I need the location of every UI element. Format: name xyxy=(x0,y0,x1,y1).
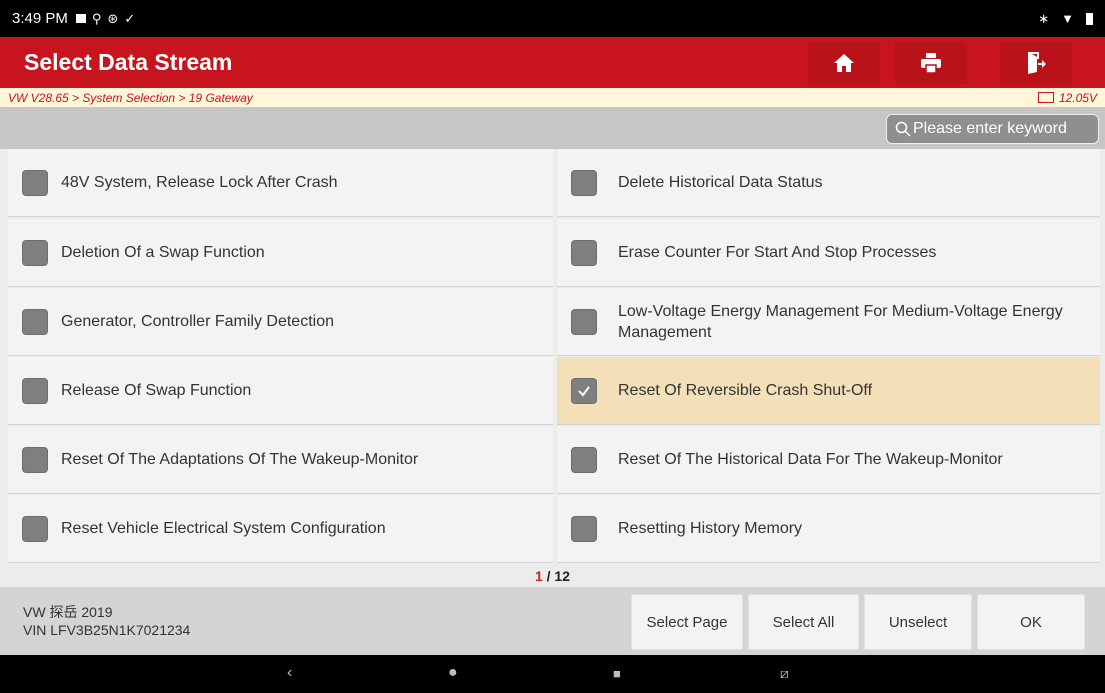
notification-icon xyxy=(75,14,86,23)
list-item[interactable]: Release Of Swap Function xyxy=(8,357,553,425)
list-item[interactable]: Erase Counter For Start And Stop Process… xyxy=(557,219,1100,287)
breadcrumb-path: VW V28.65 > System Selection > 19 Gatewa… xyxy=(8,90,253,105)
checkbox[interactable] xyxy=(571,308,597,335)
usb-icon: ⚲ xyxy=(91,10,102,26)
item-label: 48V System, Release Lock After Crash xyxy=(61,174,338,191)
item-label: Deletion Of a Swap Function xyxy=(61,244,265,261)
check-icon xyxy=(578,385,590,397)
vehicle-model: VW 探岳 2019 xyxy=(23,604,113,620)
data-stream-list: 48V System, Release Lock After Crash Del… xyxy=(0,149,1105,565)
search-icon xyxy=(895,121,911,137)
item-label: Reset Of The Adaptations Of The Wakeup-M… xyxy=(61,451,419,468)
settings-icon: ⊛ xyxy=(107,10,119,26)
checkbox[interactable] xyxy=(571,239,597,266)
list-item[interactable]: Reset Of The Adaptations Of The Wakeup-M… xyxy=(8,426,553,494)
item-label: Generator, Controller Family Detection xyxy=(61,313,334,330)
current-page: 1 xyxy=(534,568,543,584)
select-page-button[interactable]: Select Page xyxy=(631,594,743,650)
checkbox[interactable] xyxy=(571,515,597,542)
list-item-selected[interactable]: Reset Of Reversible Crash Shut-Off xyxy=(557,357,1100,425)
wifi-icon: ▼ xyxy=(1061,11,1074,26)
item-label: Low-Voltage Energy Management For Medium… xyxy=(618,302,1063,341)
recents-icon[interactable]: ■ xyxy=(613,666,621,681)
print-button[interactable] xyxy=(895,42,967,84)
vehicle-info: VW 探岳 2019 VIN LFV3B25N1K7021234 xyxy=(23,603,190,639)
battery-icon xyxy=(1086,12,1093,25)
item-label: Reset Of The Historical Data For The Wak… xyxy=(618,451,1003,468)
checkbox[interactable] xyxy=(571,446,597,473)
status-time: 3:49 PM xyxy=(12,10,68,27)
select-all-button[interactable]: Select All xyxy=(748,594,859,650)
item-label: Reset Of Reversible Crash Shut-Off xyxy=(618,382,873,399)
checkbox[interactable] xyxy=(22,169,48,196)
page-title: Select Data Stream xyxy=(24,49,233,75)
ok-button[interactable]: OK xyxy=(977,594,1085,650)
list-item[interactable]: Deletion Of a Swap Function xyxy=(8,219,553,287)
checkbox[interactable] xyxy=(22,239,48,266)
home-button[interactable] xyxy=(808,42,880,84)
screenshot-icon[interactable]: ⧄ xyxy=(780,665,789,682)
total-pages: / 12 xyxy=(542,568,571,584)
checkbox[interactable] xyxy=(571,169,597,196)
list-item[interactable]: Resetting History Memory xyxy=(557,495,1100,563)
item-label: Resetting History Memory xyxy=(618,520,803,537)
list-item[interactable]: Generator, Controller Family Detection xyxy=(8,288,553,356)
list-item[interactable]: 48V System, Release Lock After Crash xyxy=(8,149,553,217)
system-nav-bar: ‹ ● ■ ⧄ xyxy=(0,655,1105,693)
page-indicator: 1 / 12 xyxy=(0,565,1105,587)
bottom-bar: VW 探岳 2019 VIN LFV3B25N1K7021234 Select … xyxy=(0,587,1105,655)
breadcrumb: VW V28.65 > System Selection > 19 Gatewa… xyxy=(0,88,1105,107)
list-item[interactable]: Delete Historical Data Status xyxy=(557,149,1100,217)
list-item[interactable]: Reset Of The Historical Data For The Wak… xyxy=(557,426,1100,494)
home-icon xyxy=(834,54,854,72)
exit-icon xyxy=(1028,52,1046,74)
checkbox[interactable] xyxy=(22,308,48,335)
search-input[interactable]: Please enter keyword xyxy=(886,114,1099,144)
print-icon xyxy=(921,53,941,74)
item-label: Release Of Swap Function xyxy=(61,382,252,399)
item-label: Reset Vehicle Electrical System Configur… xyxy=(61,520,386,537)
checkbox[interactable] xyxy=(22,377,48,404)
bluetooth-icon: ∗ xyxy=(1038,10,1050,26)
vehicle-vin: VIN LFV3B25N1K7021234 xyxy=(23,622,191,638)
battery-voltage-icon xyxy=(1037,92,1054,103)
header: Select Data Stream xyxy=(0,37,1105,88)
checkbox-checked[interactable] xyxy=(571,377,597,404)
voltage-value: 12.05V xyxy=(1058,90,1097,105)
back-icon[interactable]: ‹ xyxy=(287,664,292,682)
checkbox[interactable] xyxy=(22,515,48,542)
item-label: Delete Historical Data Status xyxy=(618,174,823,191)
status-bar: 3:49 PM ⚲ ⊛ ✓ ∗ ▼ xyxy=(0,0,1105,37)
search-bar: Please enter keyword xyxy=(0,107,1105,149)
search-placeholder: Please enter keyword xyxy=(913,120,1067,137)
list-item[interactable]: Low-Voltage Energy Management For Medium… xyxy=(557,288,1100,356)
exit-button[interactable] xyxy=(1000,42,1072,84)
item-label: Erase Counter For Start And Stop Process… xyxy=(618,244,937,261)
home-nav-icon[interactable]: ● xyxy=(448,664,458,682)
list-item[interactable]: Reset Vehicle Electrical System Configur… xyxy=(8,495,553,563)
checkbox[interactable] xyxy=(22,446,48,473)
unselect-button[interactable]: Unselect xyxy=(864,594,972,650)
check-icon: ✓ xyxy=(124,10,136,26)
